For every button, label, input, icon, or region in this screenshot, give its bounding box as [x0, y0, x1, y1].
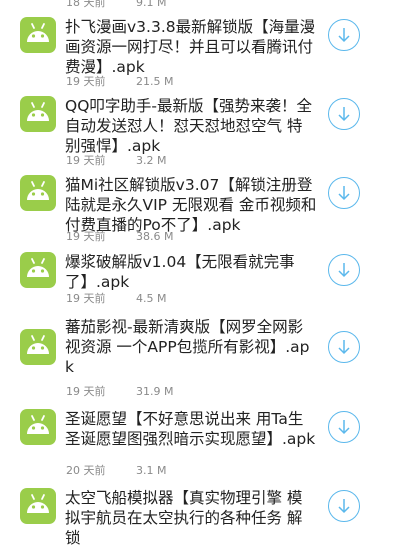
file-meta: 19 天前 21.5 M [66, 73, 173, 89]
file-title[interactable]: QQ叩字助手-最新版【强势来袭！全自动发送怼人！怼天怼地怼空气 特别强悍】.ap… [65, 96, 317, 156]
download-arrow-icon [338, 263, 350, 278]
file-size: 21.5 M [136, 75, 174, 88]
file-meta: 19 天前 4.5 M [66, 290, 166, 306]
download-arrow-icon [338, 499, 350, 514]
android-icon [20, 409, 56, 445]
upload-time: 18 天前 [66, 0, 106, 9]
android-icon [20, 96, 56, 132]
file-size: 3.1 M [136, 464, 167, 477]
partial-meta: 18 天前 9.1 M [66, 0, 166, 10]
file-title[interactable]: 扑飞漫画v3.3.8最新解锁版【海量漫画资源一网打尽！并且可以看腾讯付费漫】.a… [65, 17, 317, 77]
file-size: 38.6 M [136, 230, 174, 243]
download-arrow-icon [338, 420, 350, 435]
file-title[interactable]: 圣诞愿望【不好意思说出来 用Ta生圣诞愿望图强烈暗示实现愿望】.apk [65, 409, 317, 449]
file-meta: 19 天前 31.9 M [66, 383, 173, 399]
upload-time: 19 天前 [66, 230, 106, 243]
file-size: 4.5 M [136, 292, 167, 305]
android-icon [20, 175, 56, 211]
upload-time: 19 天前 [66, 292, 106, 305]
android-icon [20, 488, 56, 524]
download-button[interactable] [328, 98, 360, 130]
file-title[interactable]: 爆浆破解版v1.04【无限看就完事了】.apk [65, 252, 317, 292]
download-arrow-icon [338, 186, 350, 201]
download-button[interactable] [328, 331, 360, 363]
file-title[interactable]: 太空飞船模拟器【真实物理引擎 模拟宇航员在太空执行的各种任务 解锁 [65, 488, 317, 548]
upload-time: 19 天前 [66, 154, 106, 167]
download-button[interactable] [328, 177, 360, 209]
download-button[interactable] [328, 19, 360, 51]
android-icon [20, 252, 56, 288]
android-icon [20, 329, 56, 365]
upload-time: 19 天前 [66, 385, 106, 398]
file-meta: 19 天前 3.2 M [66, 152, 166, 168]
file-title[interactable]: 蕃茄影视-最新清爽版【网罗全网影视资源 一个APP包揽所有影视】.apk [65, 317, 317, 377]
download-button[interactable] [328, 490, 360, 522]
android-icon [20, 17, 56, 53]
upload-time: 19 天前 [66, 75, 106, 88]
upload-time: 20 天前 [66, 464, 106, 477]
download-button[interactable] [328, 411, 360, 443]
download-arrow-icon [338, 107, 350, 122]
file-size: 9.1 M [136, 0, 167, 9]
file-meta: 19 天前 38.6 M [66, 228, 173, 244]
file-list: 18 天前 9.1 M 扑飞漫画v3.3.8最新解锁版【海量漫画资源一网打尽！并且… [0, 0, 400, 547]
download-arrow-icon [338, 340, 350, 355]
file-meta: 20 天前 3.1 M [66, 462, 166, 478]
download-button[interactable] [328, 254, 360, 286]
file-size: 3.2 M [136, 154, 167, 167]
file-title[interactable]: 猫Mi社区解锁版v3.07【解锁注册登陆就是永久VIP 无限观看 金币视频和付费… [65, 175, 317, 235]
file-size: 31.9 M [136, 385, 174, 398]
download-arrow-icon [338, 28, 350, 43]
